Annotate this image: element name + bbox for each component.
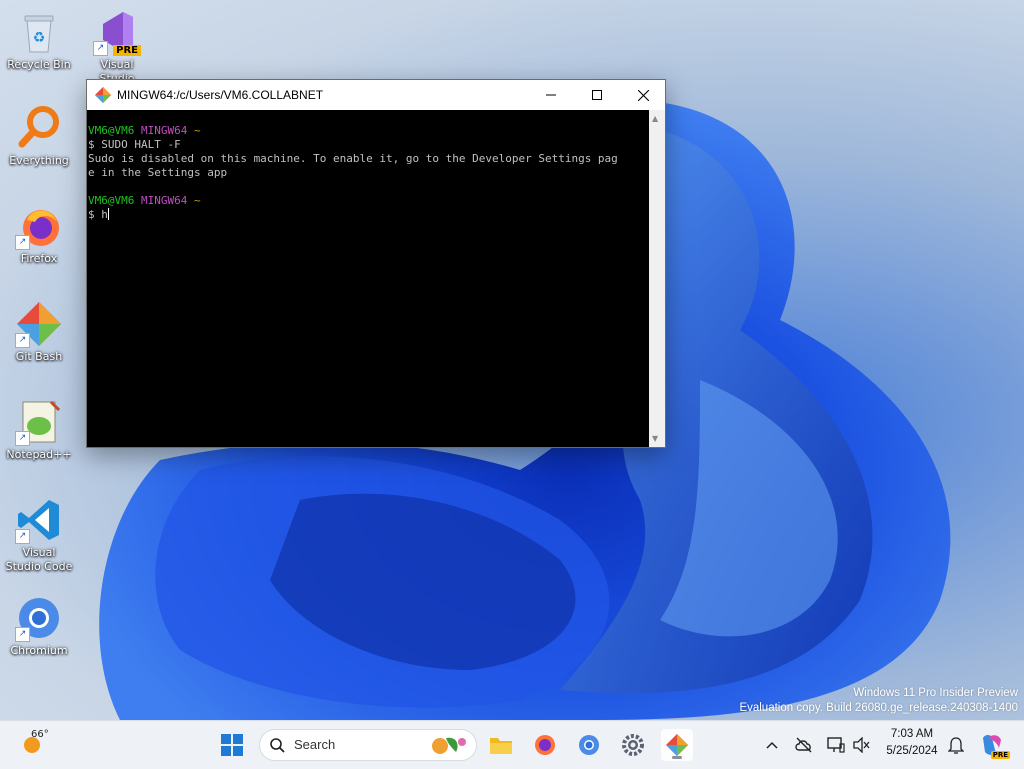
cloud-offline-icon [795,737,812,753]
bell-icon [948,737,964,754]
prompt-path: ~ [193,124,201,137]
terminal-scrollbar[interactable]: ▲ ▼ [649,110,665,447]
desktop-icon-chromium[interactable]: ↗ Chromium [4,594,74,658]
everything-search-icon [15,104,63,152]
desktop-icon-label: Chromium [10,644,68,657]
search-placeholder: Search [294,737,336,752]
copilot-pre-badge: PRE [990,751,1010,759]
taskbar-search[interactable]: Search [259,729,477,761]
command-line: $ SUDO HALT -F [88,138,181,151]
weather-temperature: 66° [31,729,49,740]
shortcut-arrow-icon: ↗ [15,235,30,250]
desktop-icon-git-bash[interactable]: ↗ Git Bash [4,300,74,364]
desktop-icon-visual-studio[interactable]: ↗ PRE Visual Studio [82,8,152,86]
notepadpp-icon: ↗ [15,398,63,446]
desktop-icon-recycle-bin[interactable]: ♻ Recycle Bin [4,8,74,72]
taskbar-settings[interactable] [617,729,649,761]
tray-network[interactable] [788,729,820,761]
desktop-icon-label: Notepad++ [6,448,72,461]
taskbar-git-bash[interactable] [661,729,693,761]
desktop-icon-label: Everything [9,154,69,167]
tray-volume[interactable] [846,729,878,761]
output-line: Sudo is disabled on this machine. To ena… [88,152,618,165]
chromium-icon [579,735,599,755]
clock-date: 5/25/2024 [886,745,938,757]
desktop-icon-label: Git Bash [15,350,63,363]
shortcut-arrow-icon: ↗ [15,529,30,544]
window-title: MINGW64:/c/Users/VM6.COLLABNET [117,88,324,102]
taskbar-firefox[interactable] [529,729,561,761]
watermark-line: Evaluation copy. Build 26080.ge_release.… [739,702,1018,714]
taskbar: Search PRE [0,720,1024,769]
watermark-line: Windows 11 Pro Insider Preview [853,687,1018,699]
git-bash-app-icon [95,87,111,103]
windows-start-icon [221,734,243,756]
terminal-output[interactable]: VM6@VM6 MINGW64 ~ $ SUDO HALT -F Sudo is… [87,110,649,447]
close-button[interactable] [620,80,666,110]
taskbar-clock[interactable]: 7:03 AM 5/25/2024 [876,726,948,760]
visual-studio-icon: ↗ PRE [93,8,141,56]
active-indicator [672,756,682,759]
desktop-icon-notepadpp[interactable]: ↗ Notepad++ [4,398,74,462]
prompt-user: VM6@VM6 [88,194,135,207]
shortcut-arrow-icon: ↗ [15,627,30,642]
terminal-window[interactable]: MINGW64:/c/Users/VM6.COLLABNET VM6@VM6 M… [86,79,666,448]
command-input[interactable]: $ h [88,208,108,221]
shortcut-arrow-icon: ↗ [15,333,30,348]
desktop-icon-firefox[interactable]: ↗ Firefox [4,202,74,266]
svg-text:♻: ♻ [33,30,46,46]
vscode-icon: ↗ [15,496,63,544]
output-line: e in the Settings app [88,166,228,179]
copilot-button[interactable]: PRE [976,729,1010,761]
scroll-down-icon[interactable]: ▼ [652,434,658,443]
gear-icon [622,734,644,756]
search-highlight-icon [432,737,466,754]
chromium-icon: ↗ [15,594,63,642]
desktop-icon-label: Firefox [20,252,58,265]
start-button[interactable] [216,729,248,761]
git-bash-icon [666,734,688,756]
minimize-icon [546,94,556,96]
prompt-env: MINGW64 [140,124,188,137]
text-cursor [107,208,109,220]
close-icon [637,89,649,101]
search-icon [270,738,285,753]
prompt-user: VM6@VM6 [88,124,135,137]
prompt-path: ~ [193,194,201,207]
maximize-icon [592,90,602,100]
desktop-icon-label: Recycle Bin [7,58,71,71]
firefox-icon [535,735,555,755]
window-titlebar[interactable]: MINGW64:/c/Users/VM6.COLLABNET [87,80,665,110]
pre-badge: PRE [113,45,141,56]
taskbar-file-explorer[interactable] [485,729,517,761]
prompt-env: MINGW64 [140,194,188,207]
minimize-button[interactable] [528,80,574,110]
taskbar-chromium[interactable] [573,729,605,761]
desktop-icon-everything[interactable]: Everything [4,104,74,168]
show-hidden-icons-button[interactable] [756,729,788,761]
clock-time: 7:03 AM [890,728,934,740]
git-bash-icon: ↗ [15,300,63,348]
firefox-icon: ↗ [15,202,63,250]
folder-icon [490,738,512,754]
scroll-up-icon[interactable]: ▲ [652,114,658,123]
chevron-up-icon [766,741,778,749]
maximize-button[interactable] [574,80,620,110]
windows-watermark: Windows 11 Pro Insider Preview Evaluatio… [739,686,1018,716]
shortcut-arrow-icon: ↗ [15,431,30,446]
desktop-icon-label: Visual Studio Code [5,546,73,573]
desktop-icon-vscode[interactable]: ↗ Visual Studio Code [4,496,74,574]
shortcut-arrow-icon: ↗ [93,41,108,56]
monitor-icon [827,737,845,753]
speaker-muted-icon [853,737,870,753]
recycle-bin-icon: ♻ [15,8,63,56]
